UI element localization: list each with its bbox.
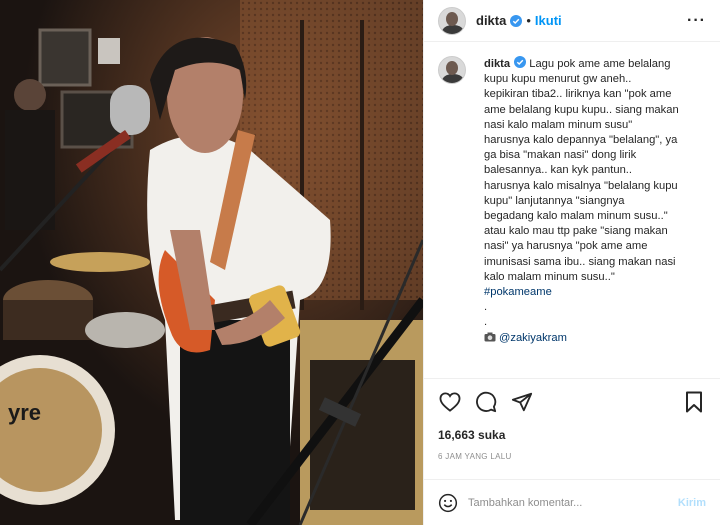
save-button[interactable] <box>682 390 706 414</box>
emoji-icon[interactable] <box>438 493 458 513</box>
like-button[interactable] <box>438 390 462 414</box>
heart-icon <box>439 391 461 412</box>
bookmark-icon <box>686 391 702 412</box>
separator-dot: • <box>526 13 531 28</box>
post-timestamp[interactable]: 6 JAM YANG LALU <box>424 442 720 461</box>
caption-text: dikta Lagu pok ame ame belalang kupu kup… <box>484 56 704 378</box>
caption-line: harusnya kalo depannya "belalang", ya <box>484 134 678 147</box>
camera-icon <box>484 332 496 342</box>
post-header: dikta • Ikuti ··· <box>424 0 720 42</box>
post-photo[interactable]: yre <box>0 0 423 525</box>
caption-line: balesannya.. kan kyk pantun.. <box>484 164 633 177</box>
caption-line: begadang kalo malam minum susu.." <box>484 210 668 223</box>
mention-link[interactable]: @zakiyakram <box>499 332 567 344</box>
caption-line: Lagu pok ame ame belalang <box>529 58 671 70</box>
post-comment-button[interactable]: Kirim <box>678 497 706 509</box>
comment-form: Kirim <box>424 479 720 525</box>
post-details-panel: dikta • Ikuti ··· dikta Lagu pok ame ame… <box>423 0 720 525</box>
comment-icon <box>476 391 497 412</box>
caption-line: kupu kupu menurut gw aneh.. <box>484 73 632 86</box>
more-options-icon[interactable]: ··· <box>687 12 706 30</box>
caption-line: harusnya kalo misalnya "belalang kupu <box>484 179 678 192</box>
photo-image: yre <box>0 0 423 525</box>
comment-input[interactable] <box>468 496 678 509</box>
verified-badge-icon <box>514 56 527 68</box>
caption-dot: . <box>484 316 488 329</box>
caption-line: ame belalang kupu kupu.. siang makan <box>484 103 679 116</box>
caption-line: ga bisa "makan nasi" dong lirik <box>484 149 637 162</box>
instagram-post: yre dikta • Ikuti ··· dikta Lagu pok ame… <box>0 0 720 525</box>
author-username[interactable]: dikta <box>476 13 506 28</box>
follow-button[interactable]: Ikuti <box>535 13 562 28</box>
share-button[interactable] <box>510 390 534 414</box>
caption-section: dikta Lagu pok ame ame belalang kupu kup… <box>424 42 720 378</box>
caption-dot: . <box>484 301 488 314</box>
like-count[interactable]: 16,663 suka <box>424 424 720 442</box>
hashtag-link[interactable]: #pokameame <box>484 285 704 300</box>
svg-text:yre: yre <box>8 400 41 425</box>
author-avatar[interactable] <box>438 6 466 35</box>
caption-line: nasi kalo malam minum susu" <box>484 118 633 131</box>
caption-author-avatar[interactable] <box>438 56 466 84</box>
caption-line: kupu" lanjutannya "siangnya <box>484 194 625 207</box>
caption-line: nasi" ya harusnya "pok ame ame <box>484 240 648 253</box>
caption-line: kalo malam minum susu.." <box>484 270 615 283</box>
caption-username[interactable]: dikta <box>484 58 510 70</box>
action-bar <box>424 378 720 424</box>
caption-line: atau kalo mau ttp pake "siang makan <box>484 225 668 238</box>
caption-line: kepikiran tiba2.. liriknya kan "pok ame <box>484 88 672 101</box>
verified-badge-icon <box>510 14 523 27</box>
comment-button[interactable] <box>474 390 498 414</box>
share-icon <box>511 392 533 411</box>
caption-line: imunisasi sama ibu.. siang makan nasi <box>484 255 676 268</box>
